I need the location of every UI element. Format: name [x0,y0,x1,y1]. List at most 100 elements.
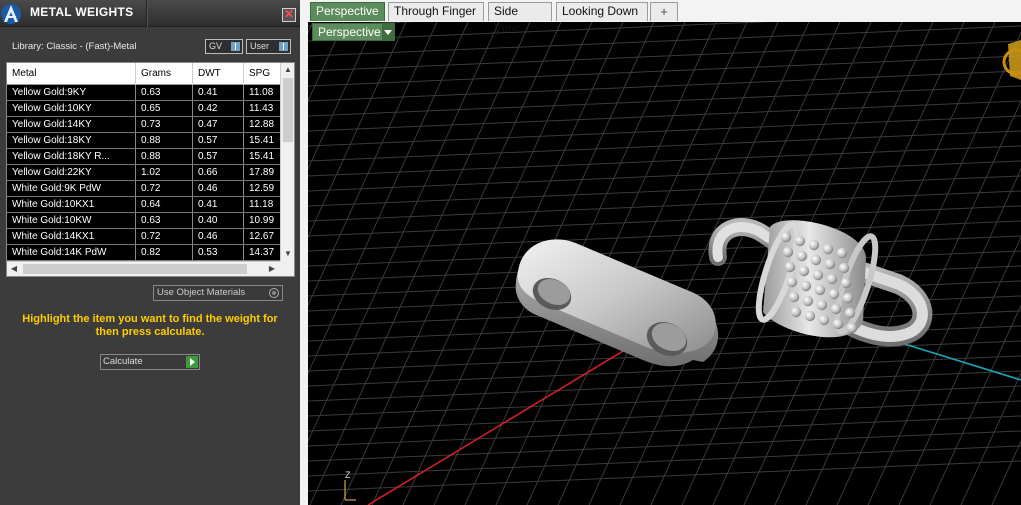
bead [828,288,840,300]
bead [790,306,802,318]
library-label: Library: Classic - (Fast)-Metal [12,41,137,52]
cell-spg: 12.67 [249,231,275,242]
table-row[interactable]: White Gold:9K PdW 0.72 0.46 12.59 [7,181,280,197]
column-header-spg[interactable]: SPG [244,63,280,85]
column-header-metal[interactable]: Metal [7,63,136,85]
bead-barrel-model[interactable] [708,218,933,347]
scroll-up-icon[interactable]: ▲ [281,63,295,77]
cell-grams: 0.88 [136,149,193,164]
bead [842,292,854,304]
cell-dwt: 0.47 [193,117,244,132]
table-row[interactable]: Yellow Gold:22KY 1.02 0.66 17.89 [7,165,280,181]
toggle-icon [279,42,288,51]
play-arrow-icon [186,356,198,368]
viewport[interactable]: Z Perspective Through Finger Side View L… [308,0,1021,505]
tab-looking-down[interactable]: Looking Down [556,2,648,21]
grid-line [308,205,1021,237]
bead [836,247,848,259]
table-row[interactable]: White Gold:14KX1 0.72 0.46 12.67 [7,229,280,245]
grid-line [308,22,469,375]
scroll-down-icon[interactable]: ▼ [281,247,295,261]
tab-side-view[interactable]: Side View [488,2,552,35]
grid-line [308,145,1021,177]
bead [810,254,822,266]
3d-scene[interactable]: Z [308,22,1021,505]
gv-toggle[interactable]: GV [205,39,243,54]
grid-line [308,160,1021,192]
app-logo-icon [1,4,21,24]
table-row[interactable]: Yellow Gold:18KY 0.88 0.57 15.41 [7,133,280,149]
grid-line [308,430,1021,462]
bead [794,235,806,247]
table-row[interactable]: Yellow Gold:9KY 0.63 0.41 11.08 [7,85,280,101]
cell-grams: 0.72 [136,229,193,244]
cell-spg: 12.88 [249,119,275,130]
bead [808,239,820,251]
bead [782,246,794,258]
grid-line [867,167,1021,505]
view-mode-dropdown[interactable]: Perspective [312,23,395,41]
cell-metal: Yellow Gold:14KY [7,117,136,132]
column-header-grams[interactable]: Grams [136,63,193,85]
vertical-scrollbar[interactable]: ▲ ▼ [280,63,294,261]
cell-metal: White Gold:9K PdW [7,181,136,196]
grid-line [308,25,1021,57]
cell-dwt: 0.46 [193,181,244,196]
bead [846,322,858,334]
grid-line [308,220,1021,252]
cell-spg: 12.59 [249,183,275,194]
tab-perspective[interactable]: Perspective [310,2,385,21]
table-row[interactable]: White Gold:10KW 0.63 0.40 10.99 [7,213,280,229]
table-row[interactable]: Yellow Gold:18KY R... 0.88 0.57 15.41 [7,149,280,165]
link-plate-model[interactable] [515,239,719,367]
grid-line [308,415,1021,447]
cell-metal: Yellow Gold:9KY [7,85,136,100]
cell-dwt: 0.66 [193,165,244,180]
bead [784,261,796,273]
cell-dwt: 0.46 [193,229,244,244]
table-row[interactable]: Yellow Gold:10KY 0.65 0.42 11.43 [7,101,280,117]
scroll-right-icon[interactable]: ▶ [265,262,279,276]
grid-line [308,235,1021,267]
horizontal-scrollbar[interactable]: ◀ ▶ [7,261,280,276]
cell-dwt: 0.42 [193,101,244,116]
calculate-button[interactable]: Calculate [100,354,200,370]
table-row[interactable]: White Gold:14K PdW 0.82 0.53 14.37 [7,245,280,261]
bead [804,310,816,322]
radio-icon[interactable] [269,288,279,298]
grid-line [898,235,1021,505]
panel-splitter[interactable] [300,0,308,505]
cell-spg: 14.37 [249,247,275,258]
chevron-down-icon [382,24,394,40]
grid-line [308,70,1021,102]
horizontal-scroll-thumb[interactable] [23,264,247,274]
cell-dwt: 0.40 [193,213,244,228]
cell-metal: White Gold:14K PdW [7,245,136,260]
scroll-corner [280,261,294,276]
cell-dwt: 0.41 [193,197,244,212]
grid-line [308,22,772,42]
cell-spg: 11.43 [249,103,274,114]
cell-spg: 10.99 [249,215,275,226]
cell-grams: 0.63 [136,213,193,228]
use-object-materials-option[interactable]: Use Object Materials [153,285,283,301]
cell-grams: 0.64 [136,197,193,212]
cell-grams: 1.02 [136,165,193,180]
metal-weights-panel: METAL WEIGHTS ✕ Library: Classic - (Fast… [0,0,300,505]
close-button[interactable]: ✕ [282,8,296,22]
cell-metal: Yellow Gold:22KY [7,165,136,180]
panel-header: METAL WEIGHTS ✕ [0,0,300,27]
vertical-scroll-thumb[interactable] [283,78,293,142]
table-row[interactable]: White Gold:10KX1 0.64 0.41 11.18 [7,197,280,213]
user-toggle[interactable]: User [246,39,291,54]
add-tab-button[interactable]: + [650,2,678,21]
view-mode-label: Perspective [318,25,381,39]
bead [824,258,836,270]
table-row[interactable]: Yellow Gold:14KY 0.73 0.47 12.88 [7,117,280,133]
column-header-dwt[interactable]: DWT [193,63,244,85]
tab-through-finger[interactable]: Through Finger [388,2,484,21]
bead [786,276,798,288]
bead [802,295,814,307]
view-cube-icon[interactable] [1002,40,1021,80]
scroll-left-icon[interactable]: ◀ [7,262,21,276]
